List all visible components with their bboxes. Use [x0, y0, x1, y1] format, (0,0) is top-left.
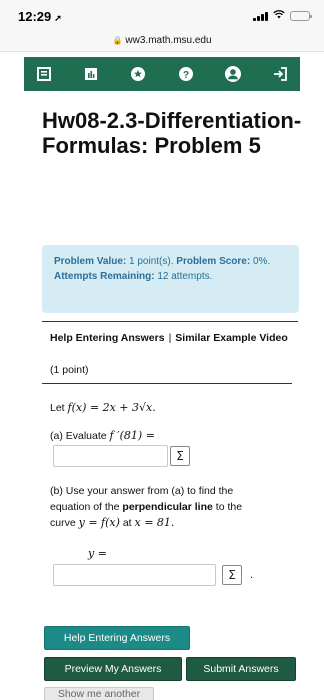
status-icons: [253, 10, 312, 22]
battery-icon: [290, 11, 312, 21]
problem-value-label: Problem Value:: [54, 256, 127, 267]
attempts-remaining-text: 12 attempts.: [157, 271, 213, 282]
location-arrow-icon: ➚: [54, 13, 62, 23]
function-expression: f(x) = 2x + 3√x.: [67, 401, 156, 414]
x-value-expression: x = 81.: [134, 516, 175, 529]
let-text: Let: [50, 402, 65, 414]
user-icon[interactable]: [223, 64, 243, 84]
part-a-answer-input[interactable]: [53, 445, 168, 467]
part-b-equation-editor-button[interactable]: Σ: [222, 565, 242, 585]
page-title: Hw08-2.3-Differentiation-Formulas: Probl…: [42, 108, 302, 158]
part-a-prompt: (a) Evaluate f ′(81) =: [50, 428, 282, 444]
point-value: (1 point): [50, 364, 89, 376]
help-icon[interactable]: ?: [176, 64, 196, 84]
function-definition: Let f(x) = 2x + 3√x.: [50, 400, 282, 416]
status-time: 12:29 ➚: [18, 9, 62, 24]
part-b-line-1: (b) Use your answer from (a) to find the: [50, 485, 234, 497]
y-equals-label: y =: [88, 546, 320, 562]
top-navigation-bar: ?: [24, 57, 300, 91]
sign-out-icon[interactable]: [270, 64, 290, 84]
part-b-answer-input[interactable]: [53, 564, 216, 586]
part-b-line-2-start: equation of the: [50, 501, 120, 513]
svg-text:?: ?: [183, 70, 189, 81]
help-entering-answers-button[interactable]: Help Entering Answers: [44, 626, 190, 650]
problem-info-box: Problem Value: 1 point(s). Problem Score…: [42, 245, 299, 313]
preview-my-answers-button[interactable]: Preview My Answers: [44, 657, 182, 681]
similar-example-video-link[interactable]: Similar Example Video: [175, 332, 287, 344]
part-a-label: (a) Evaluate: [50, 430, 107, 442]
url-text: ww3.math.msu.edu: [125, 35, 212, 46]
lock-icon: 🔒: [112, 36, 123, 45]
status-bar: 12:29 ➚: [0, 0, 324, 30]
curve-expression: y = f(x): [78, 516, 120, 529]
answer-period: .: [250, 569, 254, 581]
at-text: at: [122, 517, 132, 529]
attempts-remaining-label: Attempts Remaining:: [54, 271, 155, 282]
wifi-icon: [273, 10, 285, 22]
problem-value-text: 1 point(s).: [129, 256, 174, 267]
section-divider: [42, 321, 298, 322]
part-b-line-2-end: to the: [215, 501, 243, 513]
help-links: Help Entering Answers | Similar Example Vi…: [50, 330, 290, 346]
part-b-prompt: (b) Use your answer from (a) to find the…: [50, 483, 282, 531]
stats-icon[interactable]: [81, 64, 101, 84]
cellular-signal-icon: [253, 11, 268, 21]
grades-icon[interactable]: [34, 64, 54, 84]
help-entering-answers-link[interactable]: Help Entering Answers: [50, 332, 165, 344]
part-a-expression: f ′(81) =: [109, 429, 155, 442]
problem-score-label: Problem Score:: [176, 256, 251, 267]
submit-answers-button[interactable]: Submit Answers: [186, 657, 296, 681]
clock-text: 12:29: [18, 9, 52, 24]
problem-score-text: 0%.: [252, 256, 271, 267]
link-separator: |: [168, 332, 172, 344]
part-a-equation-editor-button[interactable]: Σ: [170, 446, 190, 466]
browser-url-bar[interactable]: 🔒 ww3.math.msu.edu: [0, 30, 324, 52]
curve-text: curve: [50, 517, 76, 529]
question-divider: [42, 383, 292, 384]
perpendicular-line-emphasis: perpendicular line: [122, 501, 213, 513]
settings-icon[interactable]: [128, 64, 148, 84]
show-me-another-button[interactable]: Show me another: [44, 687, 154, 700]
y-equals-text: y =: [88, 547, 107, 560]
